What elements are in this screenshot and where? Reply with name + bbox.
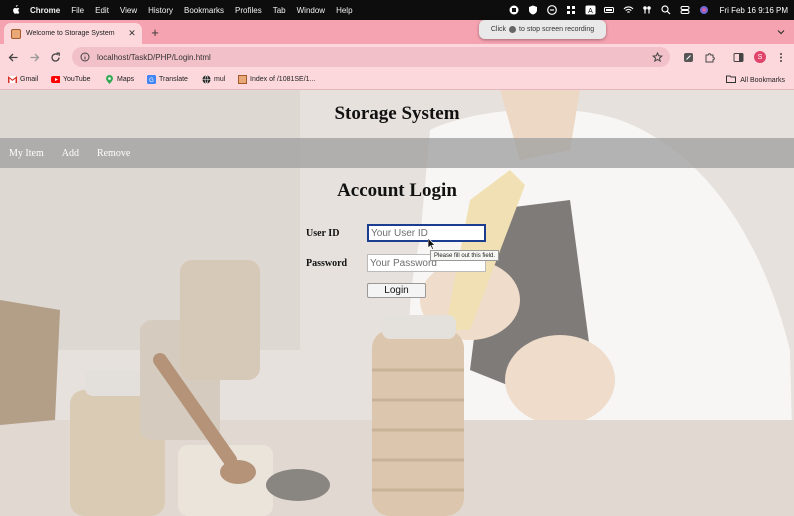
bookmarks-bar: Gmail YouTube Maps G Translate mul Index… xyxy=(0,71,794,90)
back-arrow-icon[interactable] xyxy=(6,50,20,64)
translate-icon: G xyxy=(147,75,156,84)
grid-icon[interactable] xyxy=(566,5,577,16)
menu-bar-status-area: A Fri Feb 16 9:16 PM xyxy=(509,0,788,20)
site-info-icon[interactable] xyxy=(78,50,92,64)
wifi-icon[interactable] xyxy=(623,5,634,16)
bookmark-label: YouTube xyxy=(63,76,91,83)
screen-record-stop-icon[interactable] xyxy=(509,5,520,16)
maps-pin-icon xyxy=(105,75,114,84)
url-text[interactable]: localhost/TaskD/PHP/Login.html xyxy=(97,53,211,62)
bookmark-label: mul xyxy=(214,76,226,83)
menu-bar-clock[interactable]: Fri Feb 16 9:16 PM xyxy=(720,6,788,15)
new-tab-plus-icon[interactable]: + xyxy=(148,25,162,40)
page-viewport: Storage System My Item Add Remove Accoun… xyxy=(0,90,794,516)
stop-recording-icon xyxy=(509,26,517,33)
menu-edit[interactable]: Edit xyxy=(95,6,109,15)
user-id-input[interactable] xyxy=(367,224,486,242)
menu-bookmarks[interactable]: Bookmarks xyxy=(184,6,224,15)
bookmark-gmail[interactable]: Gmail xyxy=(8,75,38,84)
site-title: Storage System xyxy=(334,103,460,124)
page-favicon-icon xyxy=(11,28,21,39)
nav-link-remove[interactable]: Remove xyxy=(97,148,130,159)
chat-bubble-icon[interactable] xyxy=(547,5,558,16)
globe-icon xyxy=(202,75,211,84)
svg-text:A: A xyxy=(588,8,593,15)
profile-avatar[interactable]: S xyxy=(754,51,766,63)
menu-window[interactable]: Window xyxy=(297,6,325,15)
apple-icon[interactable] xyxy=(10,5,20,15)
site-nav-bar: My Item Add Remove xyxy=(0,138,794,168)
screen-recording-tooltip: Click to stop screen recording xyxy=(479,20,606,39)
browser-toolbar: localhost/TaskD/PHP/Login.html S xyxy=(0,44,794,71)
bookmark-index[interactable]: Index of /1081SE/1... xyxy=(238,75,315,84)
bookmark-maps[interactable]: Maps xyxy=(105,75,134,84)
menu-profiles[interactable]: Profiles xyxy=(235,6,262,15)
nav-link-add[interactable]: Add xyxy=(62,148,79,159)
youtube-icon xyxy=(51,75,60,84)
reload-icon[interactable] xyxy=(48,50,62,64)
close-tab-icon[interactable]: ✕ xyxy=(127,28,137,39)
extensions-puzzle-icon[interactable] xyxy=(702,50,716,64)
mouse-cursor-icon xyxy=(428,238,436,250)
side-panel-icon[interactable] xyxy=(731,50,745,64)
menu-file[interactable]: File xyxy=(71,6,84,15)
login-heading: Account Login xyxy=(337,180,457,201)
battery-icon[interactable] xyxy=(603,5,615,16)
airpods-icon[interactable] xyxy=(642,5,653,16)
validation-tooltip: Please fill out this field. xyxy=(430,250,500,261)
tab-title: Welcome to Storage System xyxy=(26,30,115,37)
menu-help[interactable]: Help xyxy=(336,6,352,15)
kebab-menu-icon[interactable] xyxy=(774,50,788,64)
browser-tab-bar: Welcome to Storage System ✕ + xyxy=(0,20,794,44)
menu-tab[interactable]: Tab xyxy=(273,6,286,15)
all-bookmarks[interactable]: All Bookmarks xyxy=(726,75,785,85)
folder-icon xyxy=(726,75,737,85)
input-source-icon[interactable]: A xyxy=(585,5,596,16)
svg-text:G: G xyxy=(149,78,154,84)
bookmark-label: Translate xyxy=(159,76,188,83)
tab-storage-system[interactable]: Welcome to Storage System ✕ xyxy=(4,23,142,44)
user-id-label: User ID xyxy=(306,228,340,239)
bookmark-mul[interactable]: mul xyxy=(202,75,225,84)
siri-icon[interactable] xyxy=(699,5,710,16)
nav-link-my-item[interactable]: My Item xyxy=(9,148,44,159)
forward-arrow-icon[interactable] xyxy=(27,50,41,64)
bookmark-label: Gmail xyxy=(20,76,39,83)
bookmark-label: Index of /1081SE/1... xyxy=(250,76,316,83)
spotlight-search-icon[interactable] xyxy=(661,5,672,16)
all-bookmarks-label: All Bookmarks xyxy=(740,76,785,84)
menu-view[interactable]: View xyxy=(120,6,137,15)
bookmark-star-icon[interactable] xyxy=(650,50,664,64)
extension-recorder-icon[interactable] xyxy=(681,50,695,64)
recording-tip-text-before: Click xyxy=(490,26,507,33)
control-center-icon[interactable] xyxy=(680,5,691,16)
tab-search-chevron-down-icon[interactable] xyxy=(774,25,788,39)
bookmark-youtube[interactable]: YouTube xyxy=(51,75,91,84)
menu-chrome[interactable]: Chrome xyxy=(30,6,60,15)
macos-menu-bar: Chrome File Edit View History Bookmarks … xyxy=(0,0,794,20)
address-bar[interactable]: localhost/TaskD/PHP/Login.html xyxy=(72,47,670,67)
bookmark-translate[interactable]: G Translate xyxy=(147,75,188,84)
password-label: Password xyxy=(306,258,348,269)
recording-tip-text-after: to stop screen recording xyxy=(519,26,595,33)
login-button[interactable]: Login xyxy=(367,283,426,298)
site-header: Storage System xyxy=(0,90,794,138)
bookmark-label: Maps xyxy=(117,76,135,83)
menu-history[interactable]: History xyxy=(148,6,173,15)
page-favicon-icon xyxy=(238,75,247,84)
gmail-icon xyxy=(8,75,17,84)
shield-icon[interactable] xyxy=(528,5,539,16)
